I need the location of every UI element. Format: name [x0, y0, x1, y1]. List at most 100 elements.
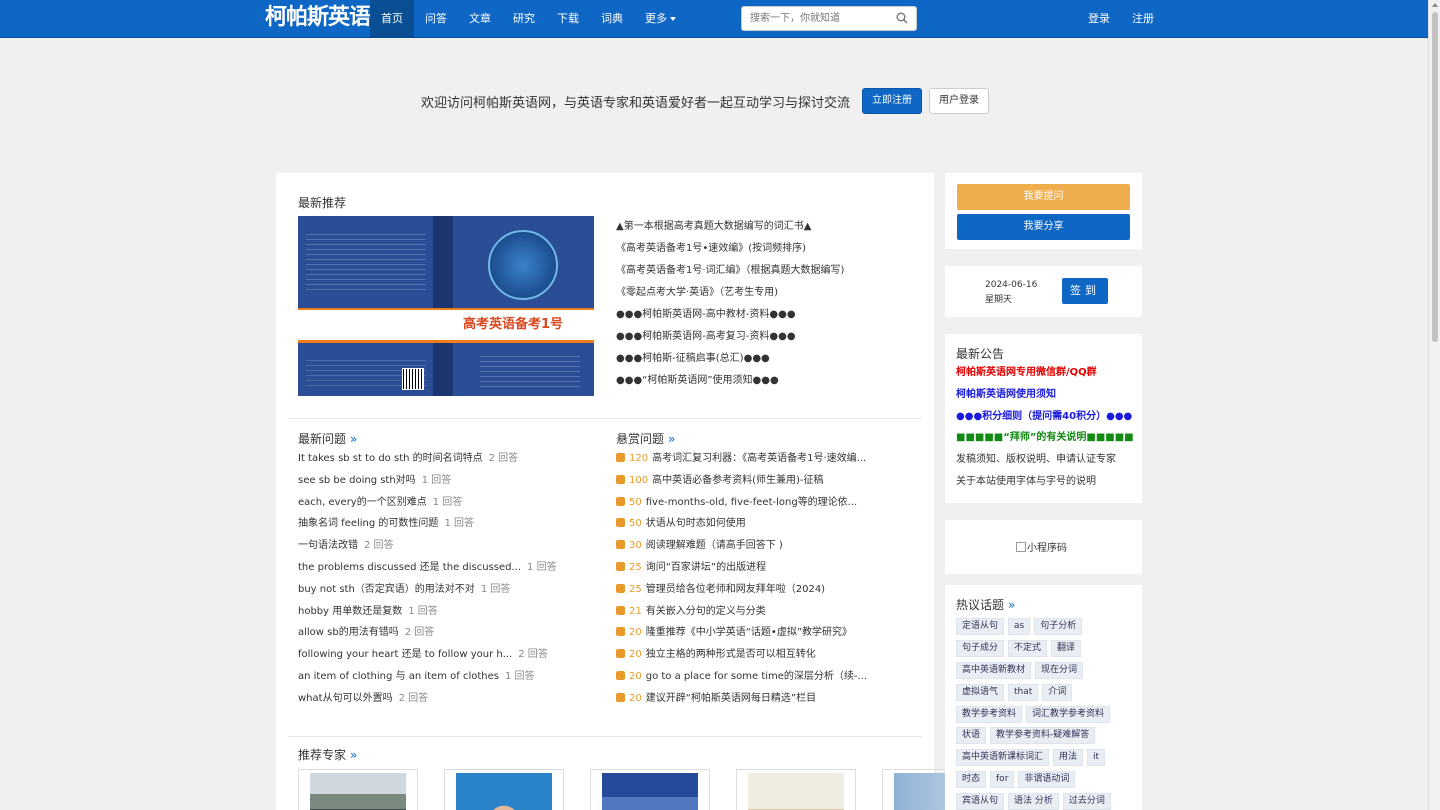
topic-tag[interactable]: 介词 [1042, 683, 1073, 701]
question-link[interactable]: 询问“百家讲坛”的出版进程 [646, 562, 766, 573]
topic-tag[interactable]: 句子分析 [1034, 618, 1083, 636]
search-icon[interactable] [896, 12, 908, 24]
nav-dictionary[interactable]: 词典 [590, 0, 634, 38]
question-link[interactable]: following your heart 还是 to follow your h… [298, 649, 512, 660]
topic-tag[interactable]: 状语 [956, 727, 987, 745]
notice-item[interactable]: ●●●积分细则（提问需40积分）●●● [956, 406, 1134, 428]
question-link[interactable]: 一句语法改错 [298, 540, 358, 551]
login-link[interactable]: 登录 [1088, 0, 1110, 38]
reward-questions-more-link[interactable]: » [668, 432, 675, 446]
recommend-item[interactable]: ▲第一本根据高考真题大数据编写的词汇书▲ [616, 216, 844, 238]
topic-tag[interactable]: as [1008, 618, 1031, 636]
topic-tag[interactable]: 语法 分析 [1008, 792, 1059, 810]
share-button[interactable]: 我要分享 [957, 214, 1130, 240]
user-login-button[interactable]: 用户登录 [929, 88, 990, 114]
question-link[interactable]: buy not sth（否定宾语）的用法对不对 [298, 584, 475, 595]
recommend-item[interactable]: 《高考英语备考1号·词汇编》（根据真题大数据编写) [616, 260, 844, 282]
recommend-item[interactable]: ●●●柯帕斯英语网-高考复习-资料●●● [616, 326, 844, 348]
notice-item[interactable]: 柯帕斯英语网使用须知 [956, 384, 1134, 406]
topic-tag[interactable]: 翻译 [1051, 640, 1082, 658]
nav-more[interactable]: 更多 [634, 0, 687, 38]
reward-points: 25 [629, 561, 642, 573]
recommend-item[interactable]: ●●●柯帕斯英语网-高中教材-资料●●● [616, 304, 844, 326]
question-link[interactable]: 阅读理解难题（请高手回答下 ) [646, 540, 783, 551]
question-link[interactable]: see sb be doing sth对吗 [298, 475, 416, 486]
search-input[interactable] [742, 7, 888, 30]
notice-item[interactable]: ■■■■■“拜师”的有关说明■■■■■ [956, 427, 1134, 449]
question-link[interactable]: the problems discussed 还是 the discussed.… [298, 562, 521, 573]
nav-articles[interactable]: 文章 [458, 0, 502, 38]
expert-card[interactable] [736, 769, 856, 810]
question-link[interactable]: what从句可以外置吗 [298, 693, 393, 704]
question-link[interactable]: 独立主格的两种形式是否可以相互转化 [646, 649, 816, 660]
question-link[interactable]: 高考词汇复习利器：《高考英语备考1号·速效编... [652, 453, 866, 464]
book-cover-image[interactable]: 高考英语备考1号 [298, 216, 594, 396]
register-now-button[interactable]: 立即注册 [862, 88, 923, 114]
recommend-item[interactable]: 《零起点考大学·英语》（艺考生专用) [616, 282, 844, 304]
nav-download[interactable]: 下载 [546, 0, 590, 38]
experts-more-link[interactable]: » [350, 748, 357, 762]
topic-tag[interactable]: 非谓语动词 [1018, 770, 1076, 788]
topic-tag[interactable]: 高中英语新课标词汇 [956, 749, 1050, 767]
question-link[interactable]: go to a place for some time的深层分析（续-... [646, 671, 867, 682]
topic-tag[interactable]: 现在分词 [1035, 661, 1084, 679]
question-link[interactable]: 管理员给各位老师和网友拜年啦（2024) [646, 584, 825, 595]
latest-questions-more-link[interactable]: » [350, 432, 357, 446]
page-scrollbar[interactable] [1428, 0, 1440, 810]
list-item: 120 高考词汇复习利器：《高考英语备考1号·速效编... [616, 448, 867, 470]
question-link[interactable]: 建议开辟“柯帕斯英语网每日精选”栏目 [646, 693, 816, 704]
register-link[interactable]: 注册 [1132, 0, 1154, 38]
expert-card[interactable] [444, 769, 564, 810]
list-item: 50 状语从句时态如何使用 [616, 513, 867, 535]
question-link[interactable]: an item of clothing 与 an item of clothes [298, 671, 499, 682]
question-link[interactable]: It takes sb st to do sth 的时间名词特点 [298, 453, 483, 464]
expert-card[interactable] [298, 769, 418, 810]
topic-tag[interactable]: 词汇教学参考资料 [1026, 705, 1111, 723]
recommend-item[interactable]: 《高考英语备考1号•速效编》(按词频排序) [616, 238, 844, 260]
topic-tag[interactable]: it [1087, 749, 1106, 767]
question-link[interactable]: 高中英语必备参考资料(师生兼用)-征稿 [652, 475, 823, 486]
topic-tag[interactable]: 教学参考资料 [956, 705, 1023, 723]
scrollbar-thumb[interactable] [1432, 12, 1438, 342]
answer-count: 1 回答 [432, 496, 463, 508]
topic-tag[interactable]: for [990, 770, 1015, 788]
notice-item[interactable]: 关于本站使用字体与字号的说明 [956, 471, 1134, 493]
topic-tag[interactable]: that [1008, 683, 1039, 701]
notice-item[interactable]: 柯帕斯英语网专用微信群/QQ群 [956, 362, 1134, 384]
topic-tag[interactable]: 用法 [1053, 749, 1084, 767]
question-link[interactable]: 有关嵌入分句的定义与分类 [646, 606, 766, 617]
question-link[interactable]: 抽象名词 feeling 的可数性问题 [298, 518, 438, 529]
topic-tag[interactable]: 时态 [956, 770, 987, 788]
question-link[interactable]: five-months-old, five-feet-long等的理论依... [646, 497, 858, 508]
recommend-item[interactable]: ●●●柯帕斯-征稿启事(总汇)●●● [616, 348, 844, 370]
topic-tag[interactable]: 定语从句 [956, 618, 1005, 636]
cover-stripe [298, 340, 594, 343]
nav-qa[interactable]: 问答 [414, 0, 458, 38]
topic-tag[interactable]: 句子成分 [956, 640, 1005, 658]
question-link[interactable]: allow sb的用法有错吗 [298, 627, 399, 638]
topic-tag[interactable]: 虚拟语气 [956, 683, 1005, 701]
coin-icon [616, 496, 625, 506]
cover-text-block [480, 352, 580, 390]
expert-card[interactable] [590, 769, 710, 810]
topic-tag[interactable]: 不定式 [1008, 640, 1048, 658]
scroll-up-icon[interactable] [1432, 3, 1438, 7]
recommend-item[interactable]: ●●●“柯帕斯英语网”使用须知●●● [616, 370, 844, 392]
nav-research[interactable]: 研究 [502, 0, 546, 38]
list-item: 25 询问“百家讲坛”的出版进程 [616, 557, 867, 579]
tag-row: 定语从句 as 句子分析 [956, 616, 1136, 638]
topic-tag[interactable]: 高中英语新教材 [956, 661, 1032, 679]
topic-tag[interactable]: 宾语从句 [956, 792, 1005, 810]
sign-in-button[interactable]: 签到 [1062, 278, 1108, 304]
list-item: 20 独立主格的两种形式是否可以相互转化 [616, 644, 867, 666]
question-link[interactable]: each, every的一个区别难点 [298, 497, 427, 508]
topic-tag[interactable]: 过去分词 [1062, 792, 1111, 810]
hot-topics-more-link[interactable]: » [1008, 598, 1015, 612]
notice-item[interactable]: 发稿须知、版权说明、申请认证专家 [956, 449, 1134, 471]
question-link[interactable]: hobby 用单数还是复数 [298, 606, 402, 617]
ask-question-button[interactable]: 我要提问 [957, 184, 1130, 210]
question-link[interactable]: 状语从句时态如何使用 [646, 518, 746, 529]
question-link[interactable]: 隆重推荐《中小学英语“话题•虚拟”教学研究》 [646, 627, 852, 638]
topic-tag[interactable]: 教学参考资料-疑难解答 [990, 727, 1096, 745]
nav-home[interactable]: 首页 [370, 0, 414, 38]
